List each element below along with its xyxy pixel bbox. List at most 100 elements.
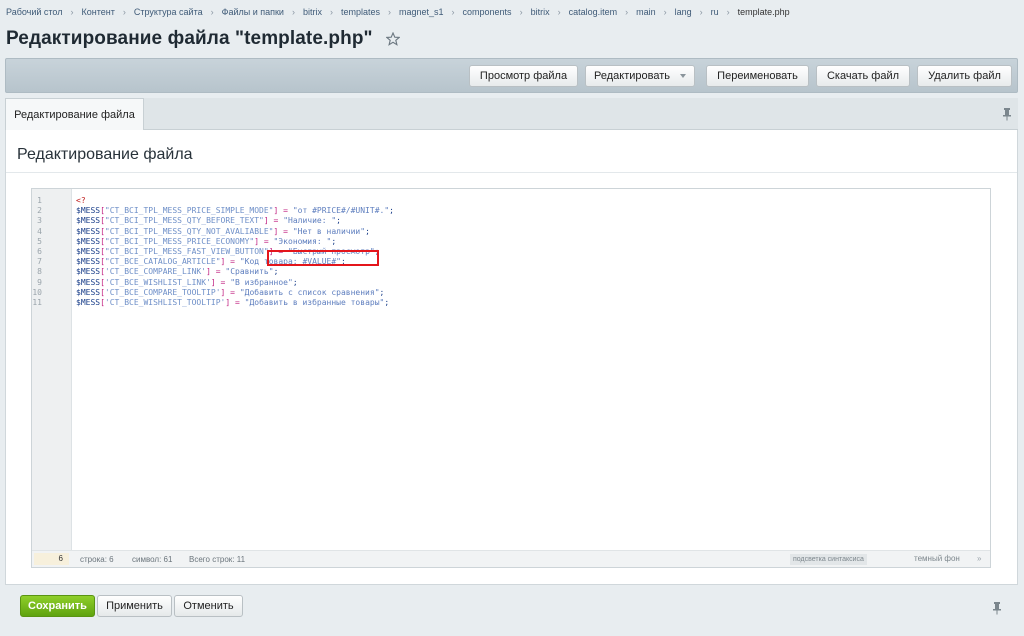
code-line: $MESS['CT_BCE_COMPARE_TOOLTIP'] = "Добав…: [76, 288, 990, 298]
code-line: $MESS['CT_BCE_WISHLIST_LINK'] = "В избра…: [76, 278, 990, 288]
code-token: 'CT_BCE_WISHLIST_TOOLTIP': [104, 297, 226, 307]
breadcrumb-item[interactable]: Структура сайта: [134, 7, 203, 17]
dark-background-toggle[interactable]: темный фон: [914, 554, 960, 563]
code-token: $MESS: [76, 257, 101, 267]
code-token: "Добавить в избранные товары": [244, 297, 385, 307]
breadcrumb-item[interactable]: catalog.item: [569, 7, 618, 17]
current-line-box[interactable]: 6: [34, 553, 69, 565]
code-token: "Нет в наличии": [292, 226, 366, 236]
breadcrumb-separator: ›: [663, 7, 667, 17]
main-panel: Редактирование файла 1 2 3 4 5 6 7 8 9 10 11 <? $ME…: [5, 130, 1018, 585]
breadcrumb-item[interactable]: ru: [711, 7, 719, 17]
code-token: $MESS: [76, 246, 101, 256]
breadcrumb-item[interactable]: magnet_s1: [399, 7, 444, 17]
breadcrumb-item[interactable]: main: [636, 7, 656, 17]
pin-icon[interactable]: [992, 601, 1002, 615]
tab-strip: Редактирование файла: [5, 98, 1018, 130]
code-token: 'CT_BCE_WISHLIST_LINK': [104, 277, 211, 287]
rename-label: Переименовать: [717, 70, 798, 82]
status-symbol: символ: 61: [132, 555, 173, 564]
form-actions: Сохранить Применить Отменить: [5, 585, 1018, 629]
page-title: Редактирование файла "template.php": [6, 28, 373, 49]
expand-arrows-icon[interactable]: »: [977, 554, 981, 563]
download-file-button[interactable]: Скачать файл: [816, 65, 910, 87]
code-token: $MESS: [76, 297, 101, 307]
editor-statusbar: 6 строка: 6 символ: 61 Всего строк: 11 п…: [32, 550, 990, 567]
code-token: 'CT_BCE_COMPARE_LINK': [104, 267, 207, 277]
code-token: $MESS: [76, 287, 101, 297]
breadcrumb-item[interactable]: bitrix: [531, 7, 550, 17]
breadcrumb-item[interactable]: Файлы и папки: [222, 7, 284, 17]
breadcrumb-item[interactable]: bitrix: [303, 7, 322, 17]
tab-edit-file[interactable]: Редактирование файла: [5, 98, 144, 130]
code-token: "Наличие: ": [283, 216, 337, 226]
code-token: ;: [389, 206, 394, 216]
breadcrumb-separator: ›: [726, 7, 730, 17]
breadcrumb: Рабочий стол › Контент › Структура сайта › Фай…: [6, 6, 1014, 18]
code-token: "CT_BCI_TPL_MESS_PRICE_ECONOMY": [104, 236, 255, 246]
line-number: 9: [37, 277, 42, 287]
line-number: 4: [37, 226, 42, 236]
breadcrumb-separator: ›: [329, 7, 333, 17]
line-number: 10: [32, 287, 42, 297]
cancel-button[interactable]: Отменить: [174, 595, 243, 617]
breadcrumb-separator: ›: [625, 7, 629, 17]
code-token: "Экономия: ": [273, 236, 332, 246]
edit-dropdown-button[interactable]: Редактировать: [585, 65, 695, 87]
code-token: "от #PRICE#/#UNIT#.": [292, 206, 390, 216]
tab-edit-file-label: Редактирование файла: [14, 108, 135, 121]
save-button[interactable]: Сохранить: [20, 595, 95, 617]
section-title: Редактирование файла: [17, 146, 193, 163]
breadcrumb-item[interactable]: templates: [341, 7, 380, 17]
annotation-highlight-box: [267, 250, 379, 266]
line-number: 11: [32, 298, 42, 307]
code-token: ;: [292, 277, 298, 287]
breadcrumb-separator: ›: [699, 7, 703, 17]
chevron-down-icon: [680, 74, 686, 78]
code-token: "Добавить с список сравнения": [239, 287, 380, 297]
view-file-label: Просмотр файла: [479, 70, 568, 82]
status-total-lines: Всего строк: 11: [189, 555, 246, 564]
code-editor[interactable]: 1 2 3 4 5 6 7 8 9 10 11 <? $MESS["CT_BCI_TPL_MESS_P…: [31, 188, 991, 568]
code-token: $MESS: [76, 236, 101, 246]
breadcrumb-item[interactable]: components: [463, 7, 512, 17]
code-token: ;: [331, 236, 337, 246]
breadcrumb-item[interactable]: Контент: [82, 7, 115, 17]
code-line: $MESS["CT_BCE_CATALOG_ARTICLE"] = "Код т…: [76, 257, 990, 267]
rename-button[interactable]: Переименовать: [706, 65, 809, 87]
code-token: ;: [365, 226, 370, 236]
breadcrumb-separator: ›: [70, 7, 74, 17]
breadcrumb-separator: ›: [557, 7, 561, 17]
breadcrumb-separator: ›: [388, 7, 391, 17]
edit-label: Редактировать: [594, 70, 670, 82]
status-line: строка: 6: [80, 555, 114, 564]
apply-button[interactable]: Применить: [97, 595, 172, 617]
pin-icon[interactable]: [1002, 107, 1012, 121]
download-label: Скачать файл: [826, 70, 900, 82]
code-token: ;: [379, 287, 385, 297]
line-number: 7: [37, 257, 42, 267]
code-token: $MESS: [76, 226, 101, 236]
code-line: $MESS["CT_BCI_TPL_MESS_PRICE_ECONOMY"] =…: [76, 237, 990, 247]
page-title-row: Редактирование файла "template.php": [6, 26, 401, 52]
view-file-button[interactable]: Просмотр файла: [469, 65, 578, 87]
code-line: $MESS["CT_BCI_TPL_MESS_PRICE_SIMPLE_MODE…: [76, 206, 990, 216]
delete-label: Удалить файл: [928, 70, 1001, 82]
apply-label: Применить: [106, 600, 163, 612]
code-token: "CT_BCE_CATALOG_ARTICLE": [104, 257, 221, 267]
breadcrumb-separator: ›: [451, 7, 455, 17]
code-area[interactable]: <? $MESS["CT_BCI_TPL_MESS_PRICE_SIMPLE_MO…: [76, 196, 990, 308]
breadcrumb-item[interactable]: Рабочий стол: [6, 7, 63, 17]
code-line: $MESS['CT_BCE_COMPARE_LINK'] = "Сравнить…: [76, 267, 990, 277]
action-toolbar: Просмотр файла Редактировать Переименова…: [5, 58, 1018, 93]
save-label: Сохранить: [28, 600, 87, 612]
breadcrumb-item[interactable]: lang: [675, 7, 692, 17]
code-token: "Сравнить": [225, 267, 274, 277]
syntax-highlight-toggle[interactable]: подсветка синтаксиса: [790, 554, 867, 565]
code-token: ;: [384, 297, 390, 307]
delete-file-button[interactable]: Удалить файл: [917, 65, 1012, 87]
code-token: "CT_BCI_TPL_MESS_QTY_NOT_AVALIABLE": [104, 226, 274, 236]
star-icon[interactable]: [385, 31, 401, 46]
code-token: "CT_BCI_TPL_MESS_FAST_VIEW_BUTTON": [104, 246, 269, 256]
line-number: 5: [37, 236, 42, 246]
